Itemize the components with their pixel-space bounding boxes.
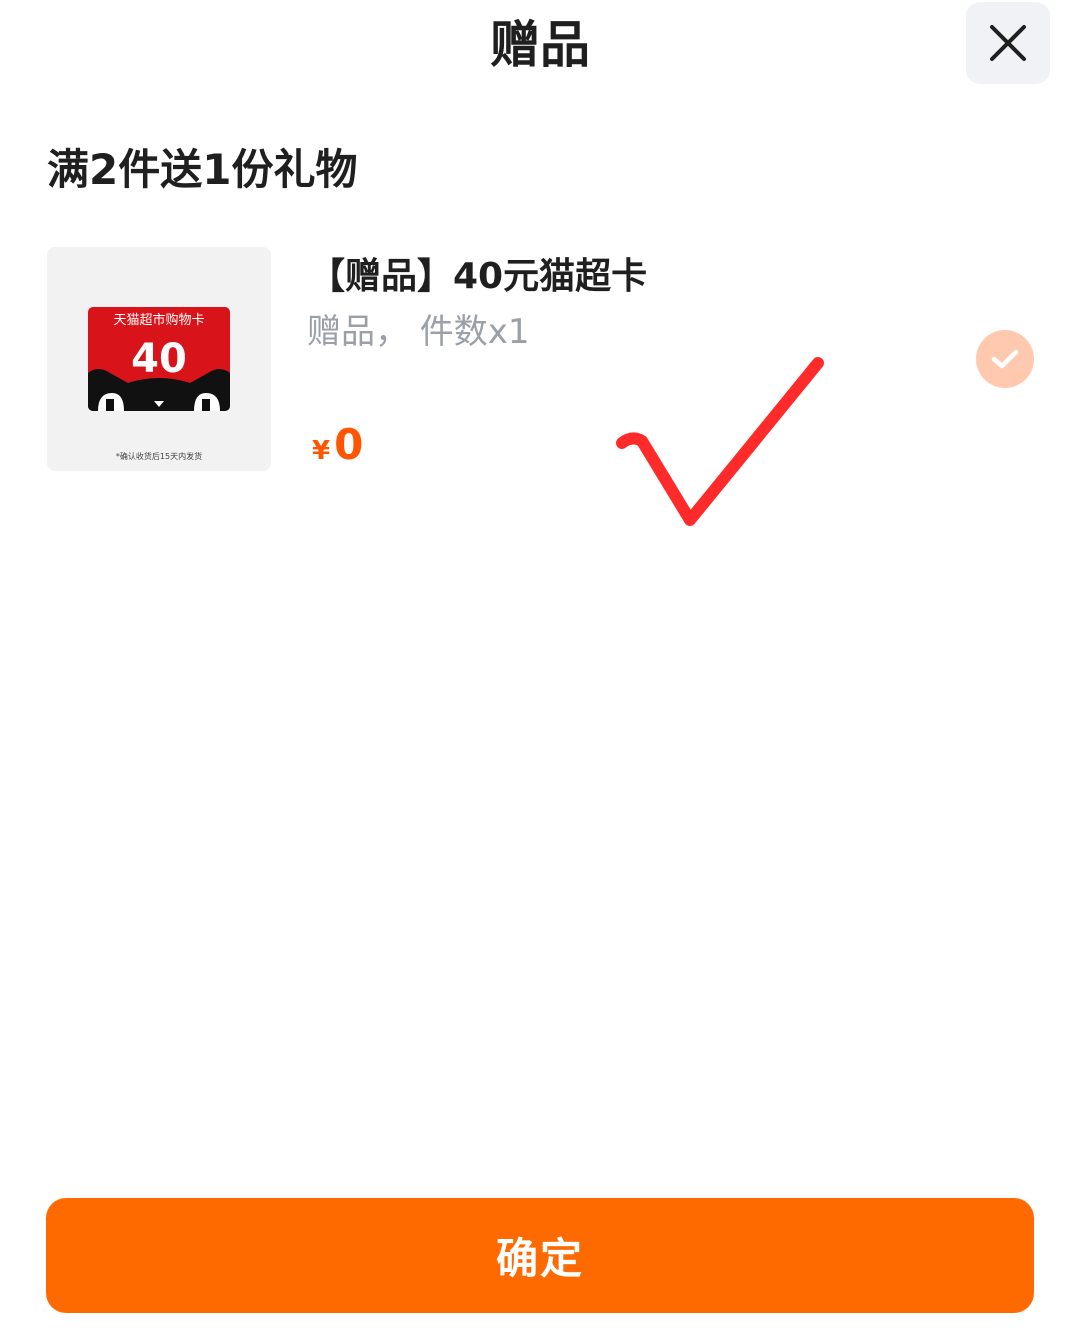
cat-logo-icon	[88, 369, 230, 411]
price-value: 0	[334, 420, 364, 469]
gift-sheet: 赠品 满2件送1份礼物 天猫超市购物卡 40 *确认收货后15天内发货 【赠品】…	[0, 0, 1080, 1339]
confirm-button[interactable]: 确定	[46, 1198, 1034, 1313]
gift-thumbnail: 天猫超市购物卡 40 *确认收货后15天内发货	[47, 247, 271, 471]
thumbnail-note: *确认收货后15天内发货	[115, 452, 203, 461]
gift-item[interactable]: 天猫超市购物卡 40 *确认收货后15天内发货 【赠品】40元猫超卡 赠品， 件…	[47, 247, 1037, 473]
card-title: 天猫超市购物卡	[113, 313, 205, 328]
gift-meta: 赠品， 件数x1	[307, 312, 530, 352]
gift-card-image: 天猫超市购物卡 40	[88, 307, 230, 411]
close-icon	[990, 25, 1026, 61]
gift-name: 【赠品】40元猫超卡	[309, 256, 648, 297]
gift-select-checkbox[interactable]	[976, 330, 1034, 388]
close-button[interactable]	[966, 2, 1050, 84]
page-title: 赠品	[490, 16, 590, 74]
annotation-checkmark-icon	[612, 353, 828, 530]
check-icon	[991, 349, 1019, 369]
price-symbol: ¥	[312, 436, 331, 466]
promotion-title: 满2件送1份礼物	[47, 145, 358, 194]
gift-price: ¥0	[312, 417, 363, 482]
